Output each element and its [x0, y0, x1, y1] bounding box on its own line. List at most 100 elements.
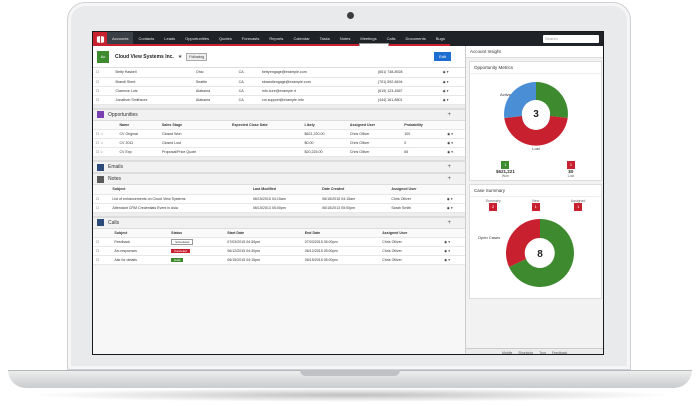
nav-tab-bugs[interactable]: Bugs — [430, 32, 450, 46]
nav-tab-calendar[interactable]: Calendar — [288, 32, 315, 46]
row-checkbox[interactable]: ☐ — [93, 68, 113, 78]
column-header[interactable]: Probability — [401, 120, 445, 130]
note-subject[interactable]: List of enhancements on Cloud View Syste… — [109, 194, 250, 204]
follow-button[interactable]: Following — [186, 52, 208, 61]
nav-tab-reports[interactable]: Reports — [264, 32, 289, 46]
logo-icon[interactable] — [93, 32, 107, 46]
assigned-user[interactable]: Chris Olliver — [346, 138, 402, 148]
header-checkbox[interactable] — [93, 120, 117, 130]
column-header[interactable]: Assigned User — [388, 185, 444, 195]
nav-tab-opportunities[interactable]: Opportunities — [180, 32, 214, 46]
header-checkbox[interactable] — [93, 185, 110, 195]
assigned-user[interactable]: Chris Olliver — [379, 237, 442, 247]
favorite-star-icon[interactable]: ★ — [178, 54, 182, 60]
row-checkbox[interactable]: ☐ — [93, 203, 110, 213]
column-header[interactable]: Expected Close Date — [229, 120, 302, 130]
nav-tab-forecasts[interactable]: Forecasts — [236, 32, 265, 46]
add-email-icon[interactable]: + — [447, 164, 451, 170]
row-checkbox[interactable]: ☐ — [93, 255, 112, 265]
opportunity-name[interactable]: CV Exp — [116, 147, 159, 157]
row-actions-icon[interactable]: ◉ ▾ — [443, 203, 465, 213]
nav-tab-contacts[interactable]: Contacts — [133, 32, 160, 46]
emails-panel-header[interactable]: Emails + — [93, 161, 465, 173]
row-actions-icon[interactable]: ◉ ▾ — [439, 77, 465, 87]
column-header[interactable]: Assigned User — [346, 120, 402, 130]
search-input[interactable]: Search — [543, 35, 599, 43]
assigned-user[interactable]: Sarah Smith — [388, 203, 444, 213]
nav-tab-notes[interactable]: Notes — [334, 32, 356, 46]
case-stat[interactable]: Summary 2 — [486, 199, 501, 211]
row-actions-icon[interactable]: ◉ ▾ — [443, 194, 465, 204]
column-header[interactable]: Likely — [301, 120, 347, 130]
column-header[interactable]: Subject — [111, 228, 169, 238]
column-header[interactable]: End Date — [301, 228, 380, 238]
assigned-user[interactable]: Chris Olliver — [379, 246, 442, 256]
assigned-user[interactable]: Chris Olliver — [388, 194, 444, 204]
row-actions-icon[interactable]: ◉ ▾ — [439, 86, 465, 96]
opportunity-name[interactable]: CV Original — [116, 129, 159, 139]
row-actions-icon[interactable]: ◉ ▾ — [444, 147, 465, 157]
column-header[interactable]: Name — [116, 120, 159, 130]
column-header[interactable]: Status — [168, 228, 225, 238]
edit-button[interactable]: Edit — [434, 52, 451, 61]
sidebar-header[interactable]: Account Insight — [466, 46, 603, 58]
footer-shortcuts-link[interactable]: Shortcuts — [518, 351, 533, 355]
case-stat[interactable]: New 1 — [531, 199, 540, 211]
call-subject[interactable]: Feedback — [111, 237, 169, 247]
lost-stat[interactable]: 1 $0 Lost — [566, 161, 575, 178]
nav-tab-accounts[interactable]: Accounts — [107, 32, 134, 46]
row-actions-icon[interactable]: ◉ ▾ — [441, 255, 465, 265]
row-actions-icon[interactable]: ◉ ▾ — [444, 138, 465, 148]
call-subject[interactable]: Ask for details — [111, 255, 169, 265]
contact-email[interactable]: bettyengage@example.com — [258, 68, 375, 78]
column-header[interactable]: Date Created — [319, 185, 389, 195]
add-call-icon[interactable]: + — [447, 220, 451, 226]
footer-mobile-link[interactable]: Mobile — [502, 351, 512, 355]
note-subject[interactable]: Attendant CRM Credentials Event in Asia — [109, 203, 250, 213]
opportunities-panel-header[interactable]: Opportunities + — [93, 108, 465, 121]
add-note-icon[interactable]: + — [447, 176, 451, 182]
row-checkbox[interactable]: ☐ — [93, 237, 112, 247]
contact-email[interactable]: vm.support@example.info — [258, 95, 375, 105]
calls-panel-header[interactable]: Calls + — [93, 216, 465, 229]
column-header[interactable]: Subject — [109, 185, 250, 195]
column-header[interactable]: Assigned User — [379, 228, 442, 238]
assigned-user[interactable]: Chris Olliver — [346, 129, 402, 139]
row-checkbox[interactable]: ☐ ☆ — [93, 138, 117, 148]
row-actions-icon[interactable]: ◉ ▾ — [441, 246, 465, 256]
nav-tab-quotes[interactable]: Quotes — [213, 32, 237, 46]
row-checkbox[interactable]: ☐ — [93, 95, 113, 105]
assigned-user[interactable]: Chris Olliver — [379, 255, 442, 265]
column-header[interactable]: Last Modified — [249, 185, 320, 195]
nav-tab-tasks[interactable]: Tasks — [314, 32, 335, 46]
contact-email[interactable]: info.cure@example.it — [258, 86, 375, 96]
contact-name[interactable]: Betty Haskell — [112, 68, 193, 78]
contact-name[interactable]: Jonathon Smithsonr — [112, 95, 193, 105]
footer-tour-link[interactable]: Tour — [539, 351, 546, 355]
call-subject[interactable]: Arr-responses — [111, 246, 169, 256]
row-checkbox[interactable]: ☐ ☆ — [93, 147, 117, 157]
row-actions-icon[interactable]: ◉ ▾ — [439, 95, 465, 105]
opportunity-name[interactable]: CV 2011 — [116, 138, 159, 148]
case-stat[interactable]: Assigned 1 — [571, 199, 585, 211]
notes-panel-header[interactable]: Notes + — [93, 173, 465, 185]
contact-name[interactable]: Brandi Stent — [112, 77, 193, 87]
add-opportunity-icon[interactable]: + — [447, 112, 451, 118]
row-checkbox[interactable]: ☐ ☆ — [93, 129, 117, 139]
row-actions-icon[interactable]: ◉ ▾ — [441, 237, 465, 247]
header-checkbox[interactable] — [93, 228, 112, 238]
row-checkbox[interactable]: ☐ — [93, 246, 112, 256]
column-header[interactable]: Sales Stage — [158, 120, 230, 130]
row-actions-icon[interactable]: ◉ ▾ — [439, 68, 465, 78]
row-checkbox[interactable]: ☐ — [93, 77, 113, 87]
won-stat[interactable]: 1 $621,221 Won — [496, 161, 515, 178]
column-header[interactable]: Start Date — [224, 228, 302, 238]
contact-name[interactable]: Clarence Lotz — [112, 86, 193, 96]
assigned-user[interactable]: Chris Olliver — [346, 147, 402, 157]
nav-tab-documents[interactable]: Documents — [400, 32, 431, 46]
footer-feedback-link[interactable]: Feedback — [552, 351, 567, 355]
contact-email[interactable]: sbrandiengage@example.com — [258, 77, 375, 87]
row-checkbox[interactable]: ☐ — [93, 194, 110, 204]
row-actions-icon[interactable]: ◉ ▾ — [444, 129, 465, 139]
row-checkbox[interactable]: ☐ — [93, 86, 113, 96]
